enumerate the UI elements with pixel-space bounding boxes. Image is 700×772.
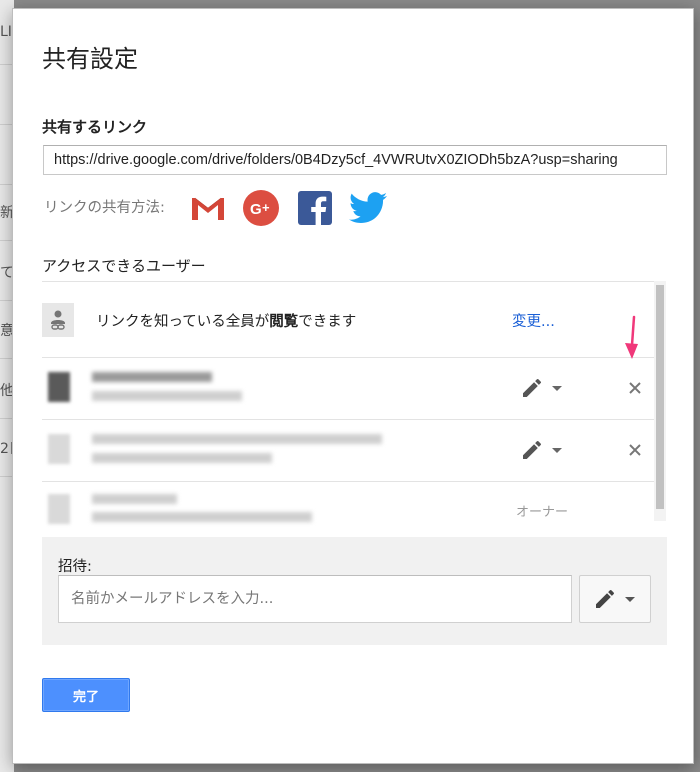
svg-text:G: G xyxy=(250,201,262,218)
chevron-down-icon xyxy=(625,597,635,602)
access-users-label: アクセスできるユーザー xyxy=(42,257,206,275)
remove-user-button[interactable] xyxy=(625,378,645,398)
owner-email-redacted xyxy=(92,512,312,522)
change-link-access-link[interactable]: 変更... xyxy=(512,310,555,331)
share-link-label: 共有するリンク xyxy=(42,118,148,136)
google-plus-share-button[interactable]: G + xyxy=(242,189,280,227)
chevron-down-icon xyxy=(552,448,562,453)
user-row xyxy=(42,420,654,482)
avatar xyxy=(48,494,70,524)
done-button[interactable]: 完了 xyxy=(42,678,130,712)
link-access-permission: 閲覧 xyxy=(269,314,299,330)
link-access-row: リンクを知っている全員が閲覧できます 変更... xyxy=(42,282,654,358)
user-name-redacted xyxy=(92,372,212,382)
twitter-share-button[interactable] xyxy=(349,189,387,227)
share-via-label: リンクの共有方法: xyxy=(44,200,165,216)
facebook-share-button[interactable] xyxy=(296,189,334,227)
remove-user-button[interactable] xyxy=(625,440,645,460)
share-link-field[interactable]: https://drive.google.com/drive/folders/0… xyxy=(43,145,667,175)
user-email-redacted xyxy=(92,391,242,401)
link-access-text: リンクを知っている全員が xyxy=(96,314,270,330)
pencil-icon xyxy=(523,440,542,459)
owner-name-redacted xyxy=(92,494,177,504)
invite-label: 招待: xyxy=(58,559,92,575)
google-plus-icon: G + xyxy=(243,190,279,226)
pencil-icon xyxy=(523,378,542,397)
invite-email-input[interactable]: 名前かメールアドレスを入力... xyxy=(58,575,572,623)
link-access-text-suffix: できます xyxy=(298,314,357,330)
scrollbar-thumb[interactable] xyxy=(656,285,664,509)
user-list-scrollbar[interactable] xyxy=(654,281,666,521)
twitter-icon xyxy=(349,192,387,224)
user-email-redacted xyxy=(92,453,272,463)
access-user-list: リンクを知っている全員が閲覧できます 変更... オーナー xyxy=(42,281,654,529)
user-permission-dropdown[interactable] xyxy=(520,436,572,464)
annotation-arrow-icon xyxy=(625,315,638,359)
svg-text:+: + xyxy=(262,200,270,215)
close-icon xyxy=(629,382,641,394)
person-link-icon xyxy=(51,310,65,330)
link-access-description: リンクを知っている全員が閲覧できます xyxy=(96,310,356,331)
sharing-settings-dialog: 共有設定 共有するリンク https://drive.google.com/dr… xyxy=(12,8,694,764)
dialog-title: 共有設定 xyxy=(42,45,138,73)
avatar xyxy=(48,372,70,402)
gmail-share-button[interactable] xyxy=(189,189,227,227)
link-access-icon xyxy=(42,303,74,337)
owner-role-label: オーナー xyxy=(516,505,569,520)
close-icon xyxy=(629,444,641,456)
user-permission-dropdown[interactable] xyxy=(520,374,572,402)
gmail-icon xyxy=(190,195,226,221)
user-name-redacted xyxy=(92,434,382,444)
avatar xyxy=(48,434,70,464)
invite-permission-dropdown[interactable] xyxy=(579,575,651,623)
user-row xyxy=(42,358,654,420)
chevron-down-icon xyxy=(552,386,562,391)
pencil-icon xyxy=(596,589,615,608)
invite-section: 招待: 名前かメールアドレスを入力... xyxy=(42,537,667,645)
facebook-icon xyxy=(298,191,332,225)
user-row-owner: オーナー xyxy=(42,482,654,529)
